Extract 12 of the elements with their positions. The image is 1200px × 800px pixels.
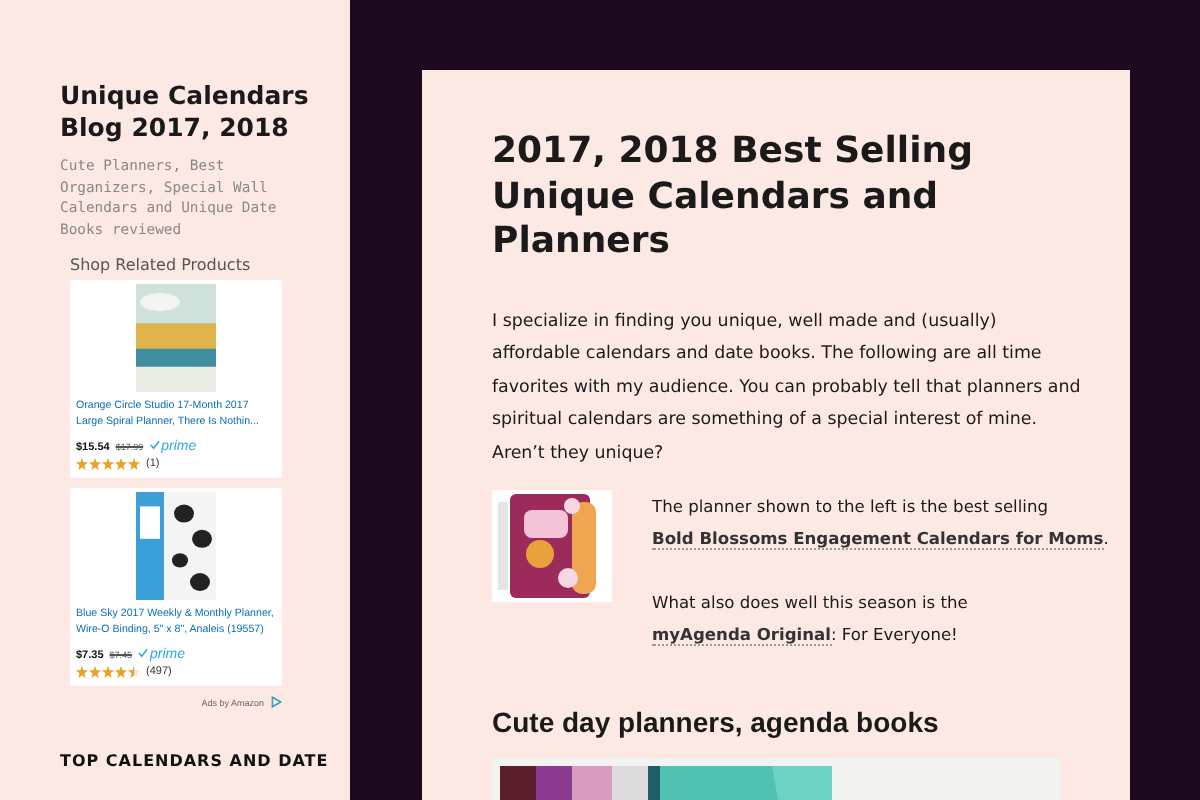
- site-title[interactable]: Unique Calendars Blog 2017, 2018: [60, 80, 320, 144]
- text-link[interactable]: myAgenda Original: [652, 624, 831, 646]
- page-title: 2017, 2018 Best Selling Unique Calendars and Planners: [492, 130, 975, 265]
- check-icon: [138, 648, 149, 658]
- intro-paragraph: I specialize in finding you unique, well made and (usually) affordable calendars and date books. The following are all time favorites with my audience. You can probably tell that planners and spiritual calendars are something of a special interest of mine. Aren’t they unique?: [492, 309, 1082, 467]
- check-icon: [149, 440, 160, 450]
- widget-title: Shop Related Products: [70, 256, 253, 274]
- feature-paragraph: The planner shown to the left is the best selling Bold Blossoms Engagement Calendars for Moms.: [652, 494, 1102, 554]
- section-heading: Cute day planners, agenda books: [492, 706, 941, 738]
- widget-title: TOP CALENDARS AND DATE: [60, 752, 331, 770]
- feature-paragraph: What also does well this season is the myAgenda Original: For Everyone!: [652, 590, 970, 650]
- text-link[interactable]: Bold Blossoms Engagement Calendars for Moms: [652, 528, 1104, 550]
